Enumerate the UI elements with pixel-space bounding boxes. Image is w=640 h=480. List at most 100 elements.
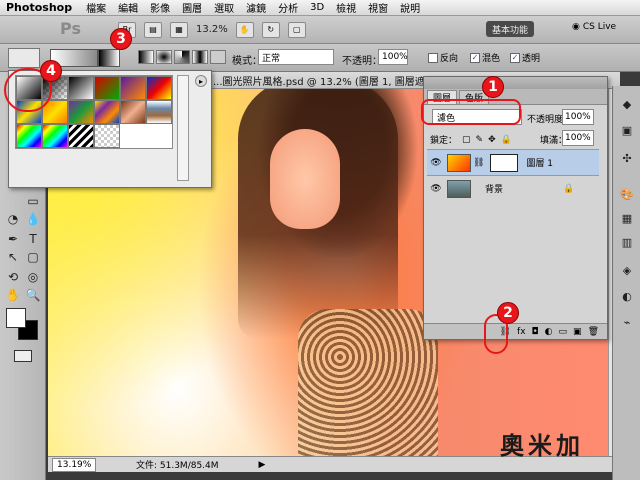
lock-move-icon[interactable]: ✥ bbox=[488, 135, 496, 145]
foreground-color-swatch[interactable] bbox=[6, 308, 26, 328]
opacity-field[interactable]: 100% bbox=[378, 49, 408, 65]
gradient-preset-transparent-stripes[interactable] bbox=[68, 124, 94, 148]
reverse-checkbox[interactable]: 反向 bbox=[428, 51, 458, 64]
gradient-preset-chrome[interactable] bbox=[146, 100, 172, 124]
dither-check-box[interactable]: ✓ bbox=[470, 52, 480, 63]
lock-all-icon[interactable]: 🔒 bbox=[501, 135, 512, 145]
menu-window[interactable]: 視窗 bbox=[368, 0, 388, 15]
menu-3d[interactable]: 3D bbox=[310, 2, 324, 13]
quick-mask-button[interactable] bbox=[14, 350, 32, 362]
transparency-checkbox[interactable]: ✓ 透明 bbox=[510, 51, 540, 64]
layer-mask-thumbnail[interactable] bbox=[490, 153, 519, 172]
add-mask-icon[interactable]: ◘ bbox=[532, 327, 539, 337]
info-icon[interactable]: ✣ bbox=[619, 150, 635, 166]
screen-mode-button[interactable]: ▢ bbox=[287, 21, 306, 38]
status-arrow-icon[interactable]: ▶ bbox=[259, 460, 266, 470]
reverse-check-box[interactable] bbox=[428, 52, 438, 63]
view-extras-button[interactable]: ▤ bbox=[144, 21, 162, 38]
rotate-view-icon[interactable]: ↻ bbox=[261, 21, 280, 38]
angle-gradient-icon[interactable] bbox=[174, 50, 190, 64]
channels-icon[interactable]: ◐ bbox=[619, 288, 635, 304]
styles-icon[interactable]: ▥ bbox=[619, 234, 635, 250]
new-group-icon[interactable]: ▭ bbox=[559, 327, 568, 337]
cs-live-button[interactable]: ◉ CS Live bbox=[572, 22, 616, 32]
app-name[interactable]: Photoshop bbox=[6, 1, 72, 14]
dither-label: 混色 bbox=[482, 54, 501, 64]
status-zoom-field[interactable]: 13.19% bbox=[52, 457, 96, 472]
gradient-preset-copper[interactable] bbox=[120, 100, 146, 124]
dodge-tool-icon[interactable]: ◔ bbox=[4, 210, 22, 228]
gradient-preset-violet-green-orange[interactable] bbox=[68, 100, 94, 124]
hand-tool-icon[interactable]: ✋ bbox=[4, 286, 22, 304]
layer-name: 圖層 1 bbox=[526, 159, 554, 169]
zoom-tool-icon[interactable]: 🔍 bbox=[24, 286, 42, 304]
swatches-icon[interactable]: ▦ bbox=[619, 210, 635, 226]
linear-gradient-icon[interactable] bbox=[138, 50, 154, 64]
layer-opacity-field[interactable]: 100% bbox=[562, 109, 594, 125]
dither-checkbox[interactable]: ✓ 混色 bbox=[470, 51, 500, 64]
gradient-preset-blue-red-yellow[interactable] bbox=[146, 76, 172, 100]
menu-layer[interactable]: 圖層 bbox=[182, 0, 202, 15]
gradient-tool-icon[interactable]: ▭ bbox=[24, 192, 42, 210]
callout-badge-4: 4 bbox=[40, 60, 62, 82]
menu-help[interactable]: 說明 bbox=[400, 0, 420, 15]
arrange-documents-button[interactable]: ▦ bbox=[170, 21, 188, 38]
diamond-gradient-icon[interactable] bbox=[210, 50, 226, 64]
menu-analysis[interactable]: 分析 bbox=[278, 0, 298, 15]
menu-filter[interactable]: 濾鏡 bbox=[246, 0, 266, 15]
workspace-button[interactable]: 基本功能 bbox=[486, 21, 535, 37]
chain-icon[interactable]: ⛓ bbox=[473, 158, 484, 168]
hand-icon[interactable]: ✋ bbox=[235, 21, 254, 38]
status-file-info: 文件: 51.3M/85.4M bbox=[136, 461, 219, 471]
trash-icon[interactable]: 🗑 bbox=[588, 327, 599, 337]
menu-select[interactable]: 選取 bbox=[214, 0, 234, 15]
gradient-preset-empty-1 bbox=[120, 124, 146, 148]
gradient-preset-red-green[interactable] bbox=[94, 76, 120, 100]
menu-file[interactable]: 檔案 bbox=[86, 0, 106, 15]
reflected-gradient-icon[interactable] bbox=[192, 50, 208, 64]
transparency-check-box[interactable]: ✓ bbox=[510, 52, 520, 63]
3d-rotate-icon[interactable]: ⟲ bbox=[4, 268, 22, 286]
blur-tool-icon[interactable]: 💧 bbox=[24, 210, 42, 228]
eye-icon[interactable]: 👁 bbox=[429, 182, 443, 196]
adjustments-icon[interactable]: ▣ bbox=[619, 122, 635, 138]
shape-tool-icon[interactable]: ▢ bbox=[24, 248, 42, 266]
eye-icon[interactable]: 👁 bbox=[429, 156, 443, 170]
mode-select[interactable]: 正常 bbox=[258, 49, 334, 65]
tool-preset-picker[interactable] bbox=[8, 48, 40, 68]
radial-gradient-icon[interactable] bbox=[156, 50, 172, 64]
gradient-preset-spectrum[interactable] bbox=[16, 124, 42, 148]
3d-panel-icon[interactable]: ◆ bbox=[619, 96, 635, 112]
lock-transparent-icon[interactable]: ▢ bbox=[462, 135, 471, 145]
gradient-picker-menu-icon[interactable]: ▸ bbox=[195, 75, 207, 87]
type-tool-icon[interactable]: T bbox=[24, 230, 42, 248]
gradient-preset-black-white[interactable] bbox=[68, 76, 94, 100]
lock-paint-icon[interactable]: ✎ bbox=[476, 135, 484, 145]
menu-image[interactable]: 影像 bbox=[150, 0, 170, 15]
gradient-preset-transparent-rainbow[interactable] bbox=[42, 124, 68, 148]
new-layer-icon[interactable]: ▣ bbox=[573, 327, 582, 337]
layer-row-background[interactable]: 👁 背景 🔒 bbox=[427, 175, 599, 201]
gradient-preset-violet-orange[interactable] bbox=[120, 76, 146, 100]
menu-edit[interactable]: 編輯 bbox=[118, 0, 138, 15]
zoom-level[interactable]: 13.2% bbox=[196, 24, 228, 35]
layer-row-layer1[interactable]: 👁 ⛓ 圖層 1 bbox=[427, 149, 599, 175]
pen-tool-icon[interactable]: ✒ bbox=[4, 230, 22, 248]
gradient-preset-checker[interactable] bbox=[94, 124, 120, 148]
reverse-label: 反向 bbox=[440, 54, 459, 64]
histogram-icon[interactable]: ◈ bbox=[619, 262, 635, 278]
fill-field[interactable]: 100% bbox=[562, 130, 594, 146]
gradient-picker-scrollbar[interactable] bbox=[177, 75, 189, 181]
layer-style-button[interactable]: fx bbox=[517, 327, 526, 337]
application-bar: Ps Br ▤ ▦ 13.2% ✋ ↻ ▢ 基本功能 ◉ CS Live bbox=[0, 16, 640, 44]
adjustment-layer-icon[interactable]: ◐ bbox=[545, 327, 553, 337]
layers-panel-titlebar[interactable] bbox=[424, 77, 607, 89]
color-panel-icon[interactable]: 🎨 bbox=[619, 186, 635, 202]
gradient-picker-dropdown[interactable] bbox=[98, 49, 120, 67]
path-selection-icon[interactable]: ↖ bbox=[4, 248, 22, 266]
photo-face bbox=[270, 129, 340, 229]
gradient-preset-yellow-violet-orange-blue[interactable] bbox=[94, 100, 120, 124]
3d-orbit-icon[interactable]: ◎ bbox=[24, 268, 42, 286]
menu-view[interactable]: 檢視 bbox=[336, 0, 356, 15]
paths-icon[interactable]: ⌁ bbox=[619, 314, 635, 330]
